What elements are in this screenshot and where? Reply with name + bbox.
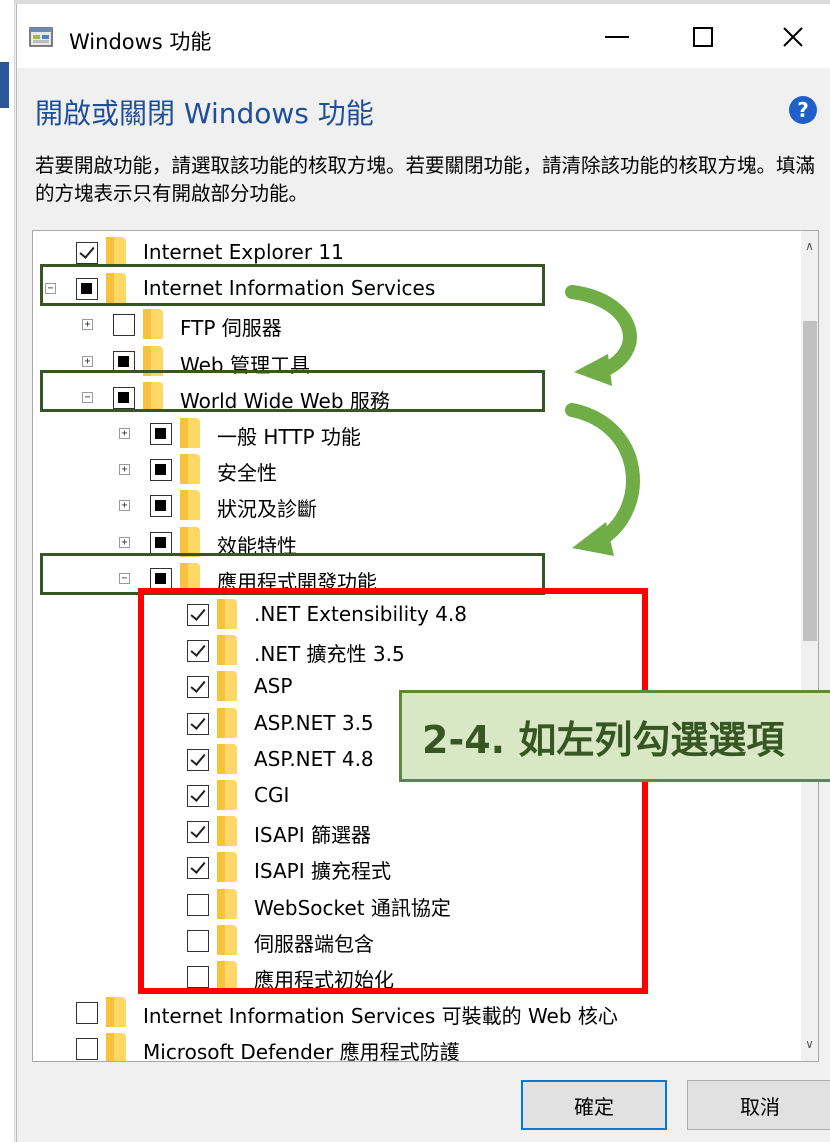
- expand-icon[interactable]: +: [119, 500, 130, 512]
- tree-item-label: FTP 伺服器: [180, 316, 282, 341]
- tree-item-label: Internet Information Services 可裝載的 Web 核…: [143, 1004, 618, 1029]
- annotation-callout: 2-4. 如左列勾選選項: [399, 690, 830, 782]
- expand-icon[interactable]: +: [119, 464, 130, 476]
- scroll-up-icon[interactable]: ∧: [801, 235, 818, 257]
- page-heading: 開啟或關閉 Windows 功能: [35, 97, 374, 130]
- tree-item-label: 安全性: [217, 461, 277, 486]
- folder-icon: [106, 237, 126, 267]
- minimize-icon: [605, 36, 629, 38]
- maximize-icon: [693, 27, 713, 47]
- tree-item[interactable]: + 狀況及診斷: [33, 487, 773, 523]
- close-icon: [783, 27, 803, 47]
- cancel-button[interactable]: 取消: [687, 1080, 830, 1130]
- feature-checkbox[interactable]: [76, 242, 98, 264]
- description-text: 若要開啟功能，請選取該功能的核取方塊。若要關閉功能，請清除該功能的核取方塊。填滿…: [35, 154, 816, 205]
- help-icon[interactable]: ?: [789, 96, 817, 124]
- tree-item-label: 狀況及診斷: [217, 497, 317, 522]
- green-arrow-icon: [565, 285, 637, 386]
- close-button[interactable]: [763, 14, 823, 60]
- background-accent: [0, 62, 9, 108]
- tree-item[interactable]: + 安全性: [33, 451, 773, 487]
- feature-checkbox[interactable]: [76, 1038, 98, 1061]
- expand-icon[interactable]: +: [119, 428, 130, 439]
- title-bar: Windows 功能: [17, 4, 830, 68]
- tree-item-label: Internet Explorer 11: [143, 240, 344, 264]
- highlight-iis: [40, 264, 545, 306]
- highlight-www-service: [40, 370, 545, 412]
- folder-icon: [180, 454, 200, 485]
- scroll-down-icon[interactable]: ∨: [801, 1033, 818, 1055]
- feature-checkbox[interactable]: [113, 314, 135, 337]
- tree-item-label: 一般 HTTP 功能: [217, 425, 361, 449]
- window-title: Windows 功能: [69, 30, 212, 54]
- tree-item[interactable]: + 一般 HTTP 功能: [33, 415, 773, 451]
- annotation-text: 2-4. 如左列勾選選項: [422, 718, 785, 762]
- tree-item[interactable]: Microsoft Defender 應用程式防護: [33, 1030, 773, 1062]
- ok-button[interactable]: 確定: [521, 1080, 667, 1130]
- feature-checkbox[interactable]: [150, 495, 172, 518]
- windows-features-icon: [29, 27, 53, 47]
- folder-icon: [180, 490, 200, 521]
- highlight-app-dev-items: [138, 588, 648, 994]
- expand-icon[interactable]: +: [82, 355, 93, 367]
- maximize-button[interactable]: [673, 14, 733, 60]
- tree-item[interactable]: Internet Information Services 可裝載的 Web 核…: [33, 994, 773, 1030]
- feature-checkbox[interactable]: [76, 1002, 98, 1025]
- scroll-thumb[interactable]: [803, 321, 817, 641]
- expand-icon[interactable]: +: [119, 536, 130, 548]
- folder-icon: [106, 1033, 126, 1061]
- vertical-scrollbar[interactable]: ∧ ∨: [801, 231, 818, 1061]
- feature-checkbox[interactable]: [150, 459, 172, 482]
- feature-checkbox[interactable]: [150, 531, 172, 554]
- feature-checkbox[interactable]: [150, 423, 172, 445]
- tree-item[interactable]: + FTP 伺服器: [33, 306, 773, 342]
- expand-icon[interactable]: +: [82, 319, 93, 331]
- folder-icon: [106, 997, 126, 1028]
- folder-icon: [143, 309, 163, 340]
- tree-item-label: Microsoft Defender 應用程式防護: [143, 1040, 460, 1062]
- green-arrow-icon-2: [565, 403, 640, 556]
- minimize-button[interactable]: [587, 14, 647, 60]
- background-window: [0, 0, 15, 1142]
- folder-icon: [180, 418, 200, 448]
